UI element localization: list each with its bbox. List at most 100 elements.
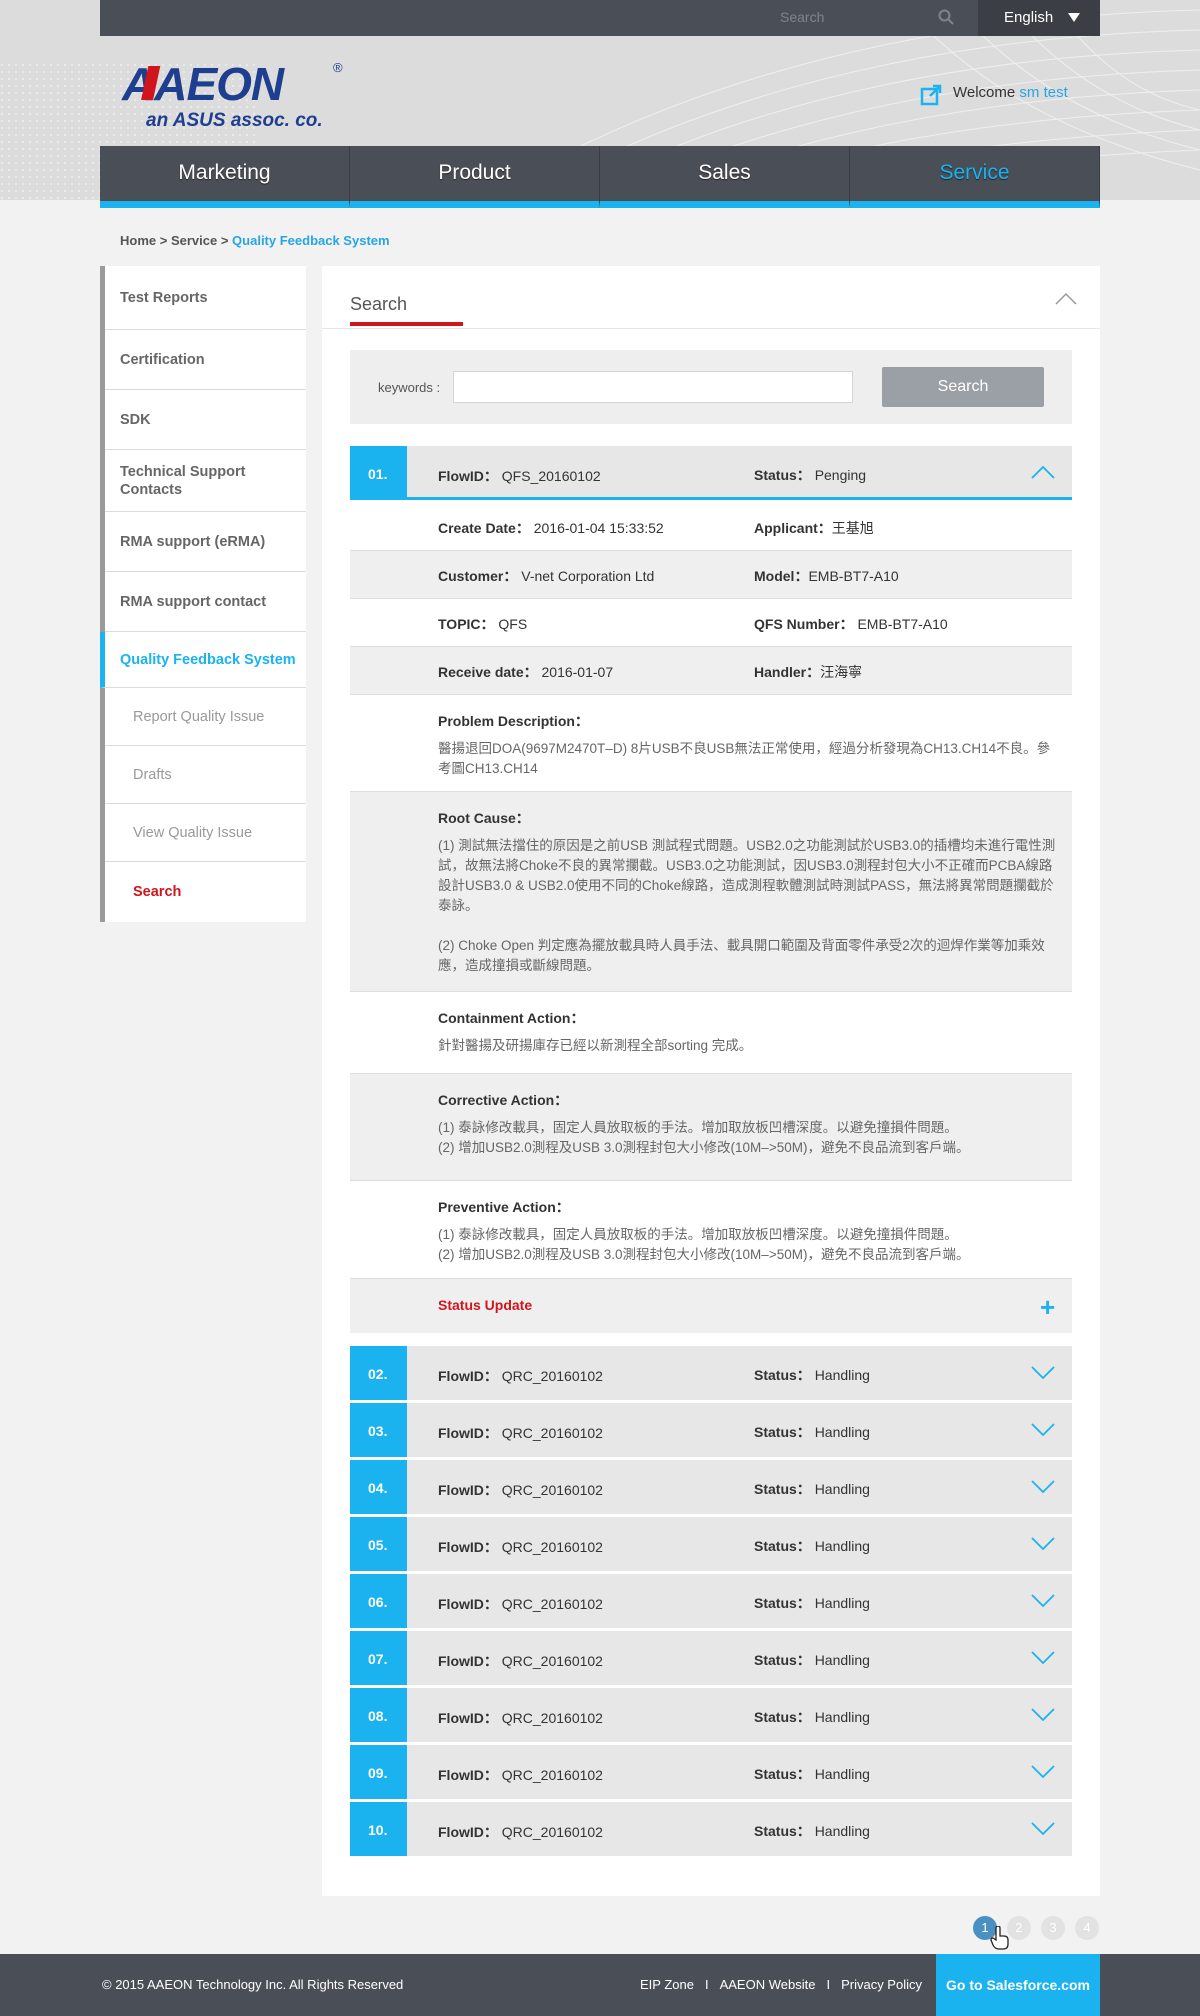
record-header[interactable]: 06. FlowID： QRC_20160102 Status： Handling [350, 1574, 1072, 1628]
page-4[interactable]: 4 [1075, 1916, 1099, 1940]
language-select[interactable]: English [978, 0, 1100, 36]
record-header[interactable]: 04. FlowID： QRC_20160102 Status： Handling [350, 1460, 1072, 1514]
sidebar-subitem-drafts[interactable]: Drafts [105, 746, 306, 804]
nav-product[interactable]: Product [350, 146, 600, 208]
topic-label: TOPIC： [438, 616, 495, 632]
main-nav: Marketing Product Sales Service [100, 146, 1100, 208]
sidebar-subitem-search[interactable]: Search [105, 862, 306, 922]
status-value: Handling [814, 1595, 870, 1611]
chevron-down-icon[interactable] [1030, 1364, 1056, 1383]
sidebar-item-test-reports[interactable]: Test Reports [105, 266, 306, 330]
page-3[interactable]: 3 [1041, 1916, 1065, 1940]
nav-sales[interactable]: Sales [600, 146, 850, 208]
flowid-label: FlowID： [438, 1482, 498, 1498]
search-form: keywords : Search [350, 350, 1072, 424]
flowid-value: QRC_20160102 [501, 1482, 603, 1498]
record-flowid: FlowID： QFS_20160102 [438, 466, 601, 486]
sidebar-item-rma-support-erma[interactable]: RMA support (eRMA) [105, 512, 306, 572]
plus-icon[interactable]: + [1040, 1292, 1055, 1323]
record-number: 04. [350, 1460, 407, 1514]
chevron-up-icon[interactable] [1030, 464, 1056, 483]
panel-title: Search [350, 294, 408, 314]
external-link-icon[interactable] [920, 84, 942, 109]
record-status: Status： Handling [754, 1365, 870, 1385]
handler-label: Handler： [754, 664, 821, 680]
search-button[interactable]: Search [882, 367, 1044, 407]
chevron-down-icon [1068, 13, 1080, 22]
keywords-input[interactable] [453, 371, 853, 403]
chevron-down-icon[interactable] [1030, 1421, 1056, 1440]
chevron-down-icon[interactable] [1030, 1478, 1056, 1497]
record-flowid: FlowID： QRC_20160102 [438, 1480, 603, 1500]
preventive-action-item: (1) 泰詠修改載具，固定人員放取板的手法。增加取放板凹槽深度。以避免撞損件問題… [438, 1227, 958, 1242]
record-number: 08. [350, 1688, 407, 1742]
sidebar-item-rma-support-contact[interactable]: RMA support contact [105, 572, 306, 632]
chevron-down-icon[interactable] [1030, 1820, 1056, 1839]
detail-row: Customer： V-net Corporation Ltd Model：EM… [350, 551, 1072, 599]
applicant: Applicant：王基旭 [754, 518, 874, 538]
nav-service[interactable]: Service [850, 146, 1100, 208]
record-header[interactable]: 07. FlowID： QRC_20160102 Status： Handling [350, 1631, 1072, 1685]
status-label: Status： [754, 1424, 811, 1440]
breadcrumb-service[interactable]: Service [171, 233, 217, 248]
status-label: Status： [754, 1367, 811, 1383]
chevron-down-icon[interactable] [1030, 1649, 1056, 1668]
qfs-number: QFS Number： EMB-BT7-A10 [754, 614, 948, 634]
user-name[interactable]: sm test [1019, 84, 1067, 101]
receive-date-value: 2016-01-07 [541, 664, 614, 680]
record-header[interactable]: 03. FlowID： QRC_20160102 Status： Handling [350, 1403, 1072, 1457]
panel-title-underline [350, 322, 463, 326]
record-header[interactable]: 08. FlowID： QRC_20160102 Status： Handling [350, 1688, 1072, 1742]
record-header[interactable]: 10. FlowID： QRC_20160102 Status： Handling [350, 1802, 1072, 1856]
problem-description-text: 醫揚退回DOA(9697M2470T–D) 8片USB不良USB無法正常使用，經… [438, 741, 1051, 776]
chevron-down-icon[interactable] [1030, 1706, 1056, 1725]
record-status: Status： Handling [754, 1536, 870, 1556]
record-status: Status： Handling [754, 1821, 870, 1841]
footer-link-eip-zone[interactable]: EIP Zone [640, 1977, 694, 1992]
footer-link-aaeon-website[interactable]: AAEON Website [720, 1977, 816, 1992]
breadcrumb-current: Quality Feedback System [232, 233, 390, 248]
flowid-value: QRC_20160102 [501, 1653, 603, 1669]
create-date: Create Date： 2016-01-04 15:33:52 [438, 518, 664, 538]
logo[interactable]: AAEON ® an ASUS assoc. co. [120, 58, 350, 132]
sidebar-subitem-view-quality-issue[interactable]: View Quality Issue [105, 804, 306, 862]
sidebar-item-certification[interactable]: Certification [105, 330, 306, 390]
record-header[interactable]: 02. FlowID： QRC_20160102 Status： Handling [350, 1346, 1072, 1400]
status-label: Status： [754, 1709, 811, 1725]
chevron-down-icon[interactable] [1030, 1763, 1056, 1782]
preventive-action-item: (2) 增加USB2.0測程及USB 3.0測程封包大小修改(10M–>50M)… [438, 1247, 970, 1262]
page-2[interactable]: 2 [1007, 1916, 1031, 1940]
sidebar-item-quality-feedback-system[interactable]: Quality Feedback System [100, 632, 306, 688]
flowid-label: FlowID： [438, 1539, 498, 1555]
containment-action: Containment Action： 針對醫揚及研揚庫存已經以新測程全部sor… [350, 992, 1072, 1074]
topic: TOPIC： QFS [438, 614, 527, 634]
corrective-action-item: (1) 泰詠修改載具，固定人員放取板的手法。增加取放板凹槽深度。以避免撞損件問題… [438, 1120, 958, 1135]
record-flowid: FlowID： QRC_20160102 [438, 1708, 603, 1728]
language-label: English [1004, 9, 1054, 26]
status-update-row[interactable]: Status Update + [350, 1279, 1072, 1333]
footer-link-privacy-policy[interactable]: Privacy Policy [841, 1977, 922, 1992]
flowid-label: FlowID： [438, 1710, 498, 1726]
applicant-value: 王基旭 [831, 520, 874, 536]
handler-value: 汪海寧 [820, 664, 863, 680]
sidebar-subitem-report-quality-issue[interactable]: Report Quality Issue [105, 688, 306, 746]
footer-links: EIP Zone I AAEON Website I Privacy Polic… [640, 1977, 922, 1992]
record-header[interactable]: 05. FlowID： QRC_20160102 Status： Handling [350, 1517, 1072, 1571]
chevron-down-icon[interactable] [1030, 1535, 1056, 1554]
sidebar-pointer [306, 886, 315, 902]
search-icon[interactable] [938, 9, 954, 28]
record-flowid: FlowID： QRC_20160102 [438, 1651, 603, 1671]
record-header[interactable]: 01. FlowID： QFS_20160102 Status： Penging [350, 446, 1072, 500]
customer: Customer： V-net Corporation Ltd [438, 566, 654, 586]
nav-marketing[interactable]: Marketing [100, 146, 350, 208]
sidebar-item-technical-support-contacts[interactable]: Technical Support Contacts [105, 450, 306, 512]
chevron-down-icon[interactable] [1030, 1592, 1056, 1611]
salesforce-button[interactable]: Go to Salesforce.com [936, 1954, 1100, 2016]
chevron-up-icon[interactable] [1054, 290, 1078, 309]
containment-action-title: Containment Action： [438, 1010, 585, 1026]
breadcrumb-home[interactable]: Home [120, 233, 156, 248]
sidebar-item-sdk[interactable]: SDK [105, 390, 306, 450]
status-update-label: Status Update [438, 1297, 533, 1313]
record-header[interactable]: 09. FlowID： QRC_20160102 Status： Handling [350, 1745, 1072, 1799]
detail-row: Receive date： 2016-01-07 Handler：汪海寧 [350, 647, 1072, 695]
